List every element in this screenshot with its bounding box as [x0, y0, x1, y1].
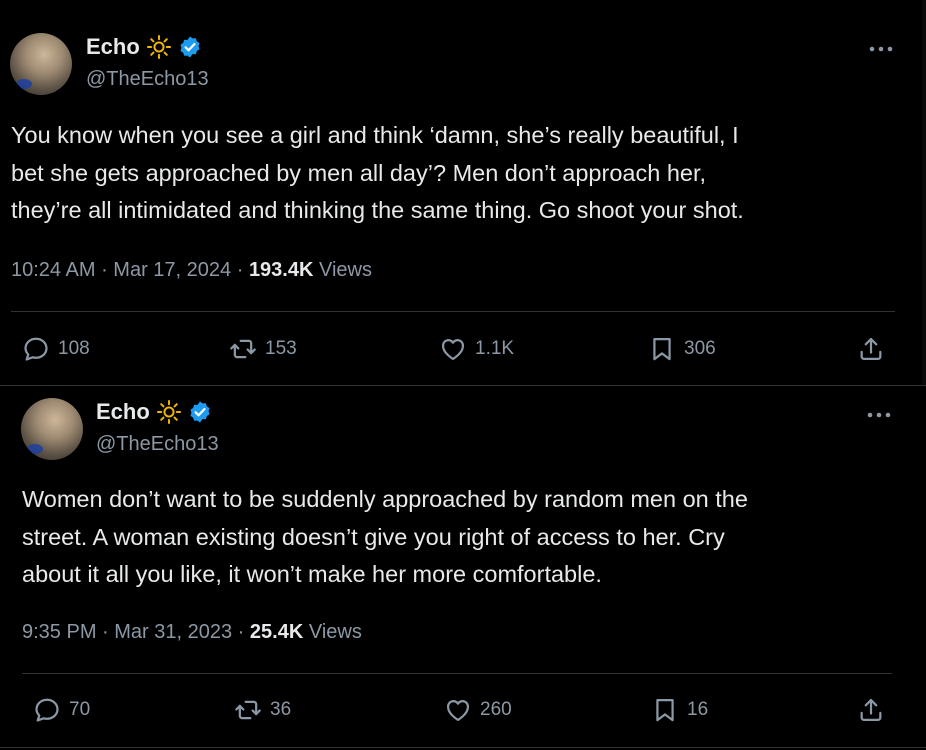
more-options-icon[interactable]: [868, 44, 894, 54]
reply-count: 108: [58, 338, 90, 359]
reply-count: 70: [69, 699, 91, 720]
bookmark-button[interactable]: 306: [648, 335, 716, 363]
tweet-date[interactable]: Mar 31, 2023: [114, 621, 232, 643]
bookmark-icon: [651, 696, 679, 724]
tweet-text: You know when you see a girl and think ‘…: [11, 122, 744, 223]
like-icon: [444, 696, 472, 724]
bookmark-count: 306: [684, 338, 716, 359]
like-button[interactable]: 1.1K: [439, 335, 514, 363]
sun-icon: [156, 399, 182, 425]
meta-separator: ·: [231, 259, 249, 281]
views-count: 25.4K: [249, 621, 304, 643]
author-handle[interactable]: @TheEcho13: [86, 68, 209, 91]
more-options-icon[interactable]: [866, 410, 892, 420]
tweet-meta: 10:24 AM · Mar 17, 2024 · 193.4K Views: [11, 259, 372, 282]
author-handle[interactable]: @TheEcho13: [96, 433, 219, 456]
reply-icon: [33, 696, 61, 724]
edge-border: [922, 0, 926, 386]
share-button[interactable]: [857, 696, 885, 729]
views-count: 193.4K: [248, 259, 314, 281]
author-name[interactable]: Echo: [96, 399, 150, 425]
author-name-row: Echo: [86, 34, 202, 60]
repost-count: 153: [265, 338, 297, 359]
meta-separator: ·: [96, 621, 115, 643]
share-button[interactable]: [857, 335, 885, 368]
like-button[interactable]: 260: [444, 696, 512, 724]
tweet-time[interactable]: 9:35 PM: [22, 621, 96, 643]
avatar[interactable]: [21, 398, 83, 460]
author-name-row: Echo: [96, 399, 212, 425]
tweet-1[interactable]: Echo @TheEcho13 You know when you see a …: [0, 0, 926, 386]
reply-button[interactable]: 108: [22, 335, 90, 363]
like-count: 1.1K: [475, 338, 515, 359]
views-label: Views: [319, 259, 372, 281]
tweet-2[interactable]: Echo @TheEcho13 Women don’t want to be s…: [0, 386, 926, 750]
repost-button[interactable]: 153: [229, 335, 297, 363]
bookmark-button[interactable]: 16: [651, 696, 708, 724]
views-label: Views: [308, 621, 362, 643]
avatar[interactable]: [10, 33, 72, 95]
like-icon: [439, 335, 467, 363]
reply-icon: [22, 335, 50, 363]
bottom-divider: [0, 747, 926, 748]
share-icon: [857, 335, 885, 363]
share-icon: [857, 696, 885, 724]
tweet-date[interactable]: Mar 17, 2024: [113, 259, 231, 281]
divider: [22, 673, 892, 674]
tweet-meta: 9:35 PM · Mar 31, 2023 · 25.4K Views: [22, 621, 362, 644]
repost-count: 36: [270, 699, 292, 720]
like-count: 260: [480, 699, 512, 720]
divider: [11, 311, 895, 312]
verified-badge-icon[interactable]: [178, 35, 202, 59]
sun-icon: [146, 34, 172, 60]
bookmark-icon: [648, 335, 676, 363]
tweet-text: Women don’t want to be suddenly approach…: [22, 486, 748, 587]
meta-separator: ·: [95, 259, 114, 281]
verified-badge-icon[interactable]: [188, 400, 212, 424]
repost-icon: [234, 696, 262, 724]
meta-separator: ·: [232, 621, 250, 643]
tweet-time[interactable]: 10:24 AM: [11, 259, 96, 281]
repost-button[interactable]: 36: [234, 696, 291, 724]
reply-button[interactable]: 70: [33, 696, 90, 724]
repost-icon: [229, 335, 257, 363]
author-name[interactable]: Echo: [86, 34, 140, 60]
bookmark-count: 16: [687, 699, 709, 720]
